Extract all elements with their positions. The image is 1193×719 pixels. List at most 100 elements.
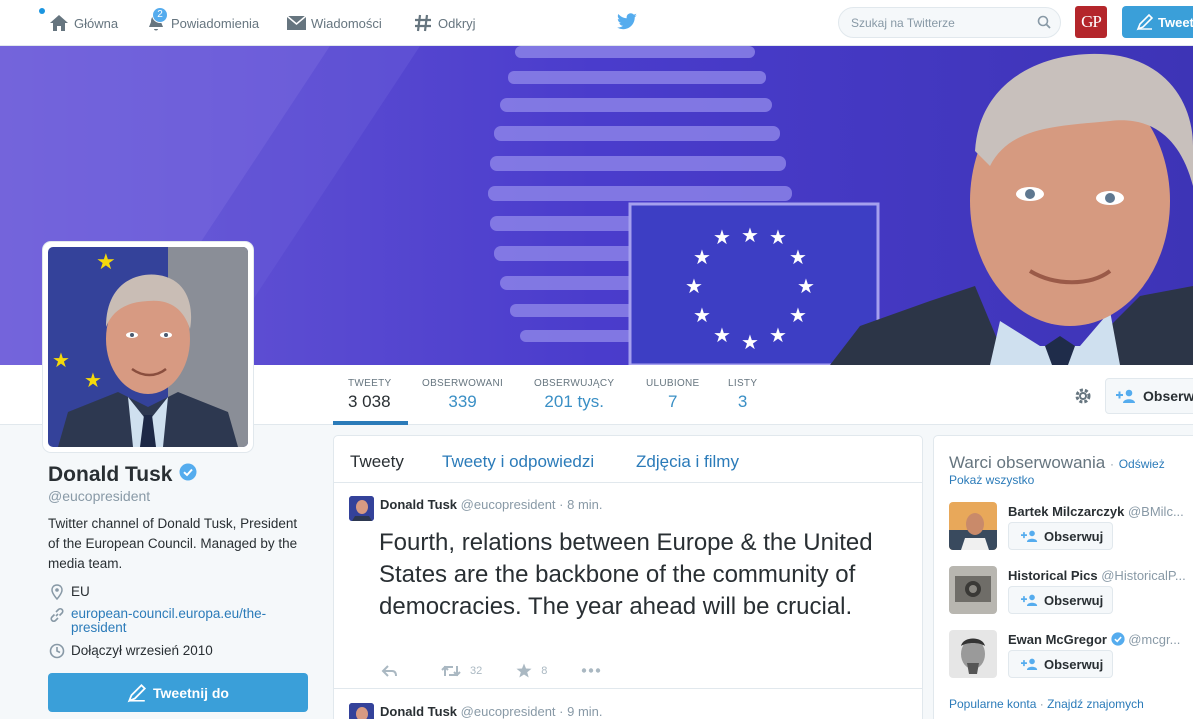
tweet-avatar[interactable] [349, 703, 374, 719]
follow-button[interactable]: Obserwuj [1105, 378, 1193, 414]
tweet-text: Fourth, relations between Europe & the U… [379, 529, 873, 620]
who-to-follow-header: Warci obserwowania · Odśwież [949, 453, 1165, 473]
suggestion-follow-button[interactable]: Obserwuj [1008, 522, 1113, 550]
suggestion-handle[interactable]: @mcgr... [1128, 632, 1180, 647]
nav-messages[interactable]: Wiadomości [285, 0, 382, 46]
compose-icon [127, 683, 147, 703]
svg-text:★: ★ [713, 225, 731, 249]
gear-icon[interactable] [1073, 386, 1093, 411]
stat-value: 3 038 [348, 392, 391, 411]
search-box[interactable] [838, 7, 1061, 38]
follow-label: Obserwuj [1044, 656, 1104, 672]
stat-followers[interactable]: OBSERWUJĄCY 201 tys. [534, 378, 614, 412]
retweet-count: 32 [470, 664, 483, 677]
reply-icon [381, 664, 397, 677]
suggestion-avatar[interactable] [949, 630, 997, 678]
nav-discover[interactable]: Odkryj [412, 0, 476, 46]
stat-lists[interactable]: LISTY 3 [728, 378, 757, 412]
svg-text:★: ★ [693, 303, 711, 327]
search-icon[interactable] [1037, 15, 1051, 34]
gp-extension-logo[interactable]: GP [1075, 6, 1107, 38]
suggestion-avatar[interactable] [949, 502, 997, 550]
reply-button[interactable] [381, 664, 407, 678]
tweet-timestamp[interactable]: · 9 min. [559, 704, 602, 719]
svg-text:★: ★ [84, 368, 102, 392]
follow-label: Obserwuj [1044, 592, 1104, 608]
stat-tweets[interactable]: TWEETY 3 038 [348, 378, 391, 412]
more-button[interactable] [581, 668, 610, 673]
active-stat-underline [333, 421, 408, 425]
stat-value: 339 [448, 392, 477, 411]
stat-value: 7 [668, 392, 678, 411]
svg-text:★: ★ [789, 245, 807, 269]
twitter-bird-icon[interactable] [616, 13, 638, 36]
suggestion-handle[interactable]: @BMilc... [1128, 504, 1184, 519]
profile-avatar[interactable]: ★ ★ ★ [43, 242, 253, 452]
suggestion-item: Bartek Milczarczyk @BMilc... Obserwuj [949, 502, 1193, 552]
profile-name[interactable]: Donald Tusk [48, 463, 197, 487]
url-line-2[interactable]: president [71, 620, 127, 635]
stat-label: OBSERWOWANI [422, 378, 504, 389]
compose-tweet-button[interactable]: Tweet [1122, 6, 1193, 38]
tweet-timestamp[interactable]: · 8 min. [559, 497, 602, 512]
profile-url[interactable]: european-council.europa.eu/the- presiden… [48, 607, 266, 635]
show-all-link[interactable]: Pokaż wszystko [949, 473, 1034, 487]
suggestion-item: Historical Pics @HistoricalP... Obserwuj [949, 566, 1193, 616]
verified-badge-icon [179, 463, 197, 487]
tab-tweets[interactable]: Tweety [350, 452, 404, 472]
tweet-author-name[interactable]: Donald Tusk [380, 704, 457, 719]
svg-text:★: ★ [685, 274, 703, 298]
tab-photos-videos[interactable]: Zdjęcia i filmy [636, 452, 739, 472]
compose-icon [1136, 13, 1154, 31]
tweet-author-name[interactable]: Donald Tusk [380, 497, 457, 512]
compose-tweet-label: Tweet [1158, 14, 1193, 30]
star-icon [516, 663, 532, 678]
tab-tweets-and-replies[interactable]: Tweety i odpowiedzi [442, 452, 594, 472]
svg-text:★: ★ [741, 330, 759, 354]
link-icon [48, 607, 65, 623]
profile-location: EU [48, 584, 90, 600]
stat-favorites[interactable]: ULUBIONE 7 [646, 378, 700, 412]
tweet-avatar[interactable] [349, 496, 374, 521]
tweet-author-handle[interactable]: @eucopresident [461, 497, 556, 512]
stat-following[interactable]: OBSERWOWANI 339 [422, 378, 503, 412]
favorite-count: 8 [541, 664, 548, 677]
suggestion-name-line: Ewan McGregor @mcgr... [1008, 632, 1180, 647]
envelope-icon [285, 12, 307, 34]
follow-user-icon [1021, 594, 1038, 606]
avatar-photo: ★ ★ ★ [48, 247, 248, 447]
follow-user-icon [1021, 658, 1038, 670]
suggestion-name[interactable]: Historical Pics [1008, 568, 1098, 583]
nav-home[interactable]: Główna [48, 0, 118, 46]
suggestion-follow-button[interactable]: Obserwuj [1008, 650, 1113, 678]
tweet-to-button[interactable]: Tweetnij do [48, 673, 308, 712]
follow-user-icon [1021, 530, 1038, 542]
svg-text:★: ★ [789, 303, 807, 327]
new-content-dot [39, 8, 45, 14]
suggestion-handle[interactable]: @HistoricalP... [1101, 568, 1185, 583]
suggestion-name[interactable]: Ewan McGregor [1008, 632, 1107, 647]
follow-label: Obserwuj [1044, 528, 1104, 544]
notifications-badge: 2 [152, 7, 168, 23]
stat-label: LISTY [728, 378, 758, 389]
refresh-link[interactable]: Odśwież [1119, 457, 1165, 471]
home-icon [48, 12, 70, 34]
suggestion-avatar[interactable] [949, 566, 997, 614]
nav-messages-label: Wiadomości [311, 15, 382, 31]
verified-badge-icon [1110, 632, 1125, 646]
tweet-author-handle[interactable]: @eucopresident [461, 704, 556, 719]
favorite-button[interactable]: 8 [516, 663, 547, 678]
more-dots-icon [582, 668, 601, 673]
svg-text:★: ★ [769, 323, 787, 347]
tweet-to-label: Tweetnij do [153, 684, 229, 701]
profile-handle[interactable]: @eucopresident [48, 488, 150, 504]
suggestion-follow-button[interactable]: Obserwuj [1008, 586, 1113, 614]
url-line-1[interactable]: european-council.europa.eu/the- [71, 606, 266, 621]
search-input[interactable] [851, 14, 1031, 32]
who-to-follow-title: Warci obserwowania [949, 453, 1106, 472]
retweet-button[interactable]: 32 [441, 664, 482, 678]
svg-text:★: ★ [741, 223, 759, 247]
popular-accounts-link[interactable]: Popularne konta [949, 697, 1036, 711]
suggestion-name[interactable]: Bartek Milczarczyk [1008, 504, 1124, 519]
find-friends-link[interactable]: Znajdź znajomych [1047, 697, 1144, 711]
